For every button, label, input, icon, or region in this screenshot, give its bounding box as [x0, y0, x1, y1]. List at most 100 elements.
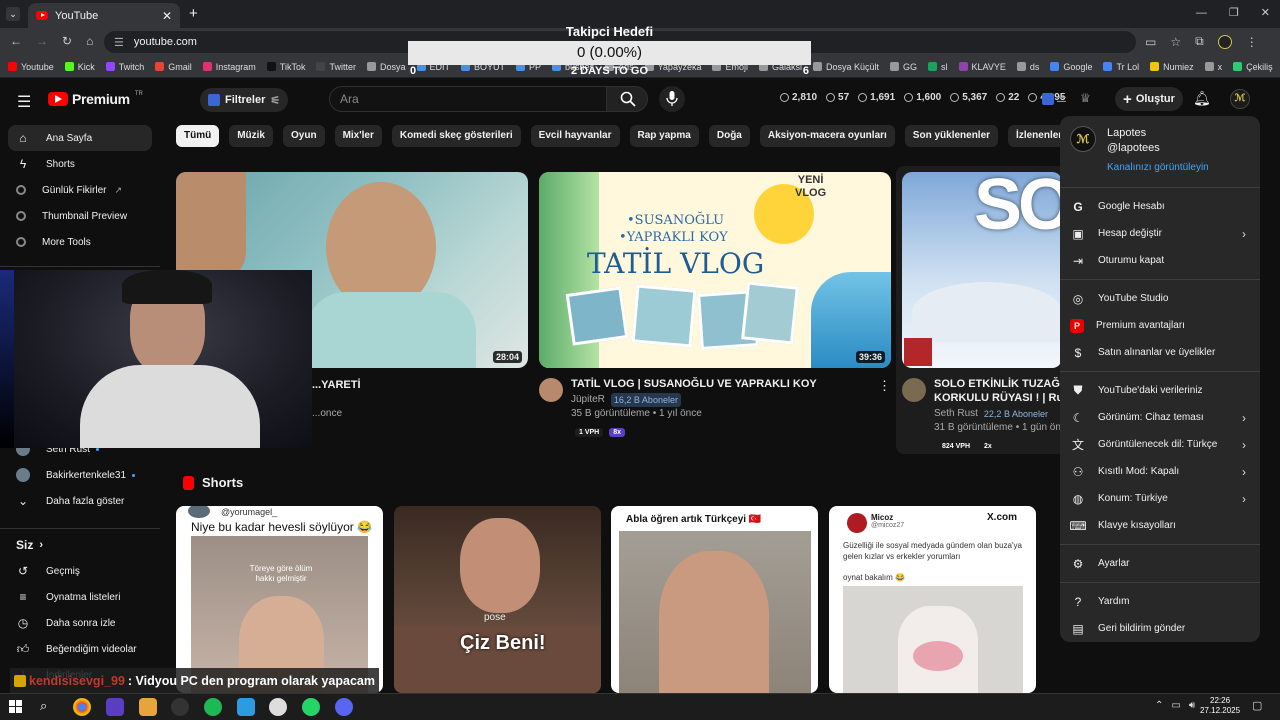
- discord-taskbar-icon[interactable]: [335, 698, 353, 716]
- app-taskbar-icon[interactable]: [139, 698, 157, 716]
- video-title-line[interactable]: SOLO ETKİNLİK TUZAĞI ! E: [934, 377, 1060, 391]
- bookmark-item[interactable]: x: [1204, 62, 1222, 72]
- menu-item[interactable]: ⚙ Ayarlar: [1060, 550, 1260, 577]
- hamburger-menu-icon[interactable]: ☰: [17, 92, 31, 112]
- menu-item[interactable]: ▣ Hesap değiştir ›: [1060, 220, 1260, 247]
- bookmark-item[interactable]: Dosya Küçült: [813, 62, 879, 72]
- start-icon[interactable]: [9, 700, 22, 713]
- video-title-line[interactable]: KORKULU RÜYASI ! | Rust: [934, 391, 1060, 405]
- trophy-icon[interactable]: ♕: [1080, 91, 1091, 105]
- category-chip[interactable]: Mix'ler: [334, 125, 382, 147]
- category-chip[interactable]: Rap yapma: [629, 125, 699, 147]
- youtube-premium-logo[interactable]: Premium TR: [48, 91, 143, 107]
- bookmark-star-icon[interactable]: ☆: [1170, 35, 1181, 49]
- menu-item[interactable]: ⌨ Klavye kısayolları: [1060, 512, 1260, 539]
- video-title[interactable]: ...YARETİ: [312, 378, 361, 392]
- category-chip[interactable]: Oyun: [283, 125, 325, 147]
- short-card[interactable]: Micoz @micoz27 X.com Güzelliği ile sosya…: [829, 506, 1036, 693]
- you-section-header[interactable]: Siz ›: [0, 532, 160, 558]
- sidebar-item[interactable]: ↺ Geçmiş: [0, 558, 160, 584]
- browser-menu-icon[interactable]: ⋮: [1246, 35, 1258, 49]
- channel-avatar[interactable]: [539, 378, 563, 402]
- category-chip[interactable]: Tümü: [176, 125, 220, 147]
- bookmark-item[interactable]: Twitch: [105, 62, 144, 72]
- sidebar-item[interactable]: More Tools: [0, 229, 160, 255]
- menu-item[interactable]: 文 Görüntülenecek dil: Türkçe ›: [1060, 431, 1260, 458]
- category-chip[interactable]: Doğa: [708, 125, 750, 147]
- close-tab-icon[interactable]: ✕: [162, 9, 172, 23]
- minimize-icon[interactable]: —: [1196, 7, 1207, 19]
- sidebar-item[interactable]: ⌂ Ana Sayfa: [8, 125, 152, 151]
- menu-item[interactable]: ⚇ Kısıtlı Mod: Kapalı ›: [1060, 458, 1260, 485]
- category-chip[interactable]: Evcil hayvanlar: [530, 125, 620, 147]
- channel-name[interactable]: JüpiteR: [571, 393, 605, 407]
- extensions-icon[interactable]: ⧉: [1195, 34, 1204, 49]
- browser-tab-youtube[interactable]: YouTube ✕: [28, 3, 180, 28]
- menu-item[interactable]: ⛊ YouTube'daki verileriniz: [1060, 377, 1260, 404]
- category-chip[interactable]: Aksiyon-macera oyunları: [759, 125, 895, 147]
- category-chip[interactable]: Müzik: [229, 125, 273, 147]
- menu-item[interactable]: ◍ Konum: Türkiye ›: [1060, 485, 1260, 512]
- taskbar-search-icon[interactable]: ⌕: [40, 698, 47, 714]
- obs-taskbar-icon[interactable]: [171, 698, 189, 716]
- sidebar-item[interactable]: Günlük Fikirler ↗: [0, 177, 160, 203]
- spotify-taskbar-icon[interactable]: [204, 698, 222, 716]
- category-chip[interactable]: Komedi skeç gösterileri: [391, 125, 521, 147]
- new-tab-icon[interactable]: +: [189, 5, 198, 22]
- tray-chevron-icon[interactable]: ⌃: [1155, 700, 1163, 711]
- search-input[interactable]: Ara: [329, 86, 607, 112]
- bookmark-item[interactable]: Youtube: [8, 62, 54, 72]
- menu-item[interactable]: ☾ Görünüm: Cihaz teması ›: [1060, 404, 1260, 431]
- app-taskbar-icon[interactable]: [106, 698, 124, 716]
- bookmark-item[interactable]: Çekiliş: [1233, 62, 1273, 72]
- tool-icon[interactable]: ⚌: [1056, 91, 1067, 105]
- view-channel-link[interactable]: Kanalınızı görüntüleyin: [1107, 162, 1209, 173]
- bookmark-item[interactable]: TikTok: [266, 62, 305, 72]
- clock[interactable]: 22:26 27.12.2025: [1200, 696, 1240, 716]
- channel-avatar[interactable]: [902, 378, 926, 402]
- bookmark-item[interactable]: GG: [890, 62, 917, 72]
- notification-center-icon[interactable]: ▢: [1252, 699, 1262, 712]
- video-thumbnail[interactable]: SO: [902, 172, 1062, 368]
- bookmark-item[interactable]: Instagram: [202, 62, 256, 72]
- bookmark-item[interactable]: Gmail: [155, 62, 192, 72]
- subscription-item[interactable]: Bakirkertenkele31: [0, 462, 160, 488]
- menu-item[interactable]: P Premium avantajları: [1060, 312, 1260, 339]
- short-card[interactable]: @yorumagel_ Niye bu kadar hevesli söylüy…: [176, 506, 383, 693]
- sidebar-item[interactable]: 👍︎ Beğendiğim videolar: [0, 636, 160, 662]
- bookmark-item[interactable]: ds: [1016, 62, 1039, 72]
- menu-item[interactable]: ⇥ Oturumu kapat: [1060, 247, 1260, 274]
- search-button[interactable]: [606, 86, 648, 112]
- filters-button[interactable]: Filtreler ⚟: [200, 88, 289, 112]
- account-avatar[interactable]: ℳ: [1230, 89, 1250, 109]
- cast-icon[interactable]: ▭: [1145, 35, 1156, 49]
- whatsapp-taskbar-icon[interactable]: [302, 698, 320, 716]
- site-info-icon[interactable]: ☰: [114, 36, 124, 49]
- close-window-icon[interactable]: ✕: [1261, 6, 1270, 19]
- video-thumbnail[interactable]: YENİ VLOG •SUSANOĞLU •YAPRAKLI KOY TATİL…: [539, 172, 891, 368]
- bookmark-item[interactable]: Numiez: [1150, 62, 1194, 72]
- short-card[interactable]: pose Çiz Beni!: [394, 506, 601, 693]
- bookmark-item[interactable]: Twitter: [316, 62, 356, 72]
- notifications-bell-icon[interactable]: 🔔︎: [1193, 90, 1211, 107]
- category-chip[interactable]: Son yüklenenler: [904, 125, 999, 147]
- extension-icon[interactable]: [1042, 93, 1054, 105]
- short-card[interactable]: Abla öğren artık Türkçeyi 🇹🇷: [611, 506, 818, 693]
- media-player-taskbar-icon[interactable]: [269, 698, 287, 716]
- network-icon[interactable]: ▭: [1171, 700, 1180, 711]
- menu-item[interactable]: ◎ YouTube Studio: [1060, 285, 1260, 312]
- voice-search-button[interactable]: [659, 86, 685, 112]
- channel-name[interactable]: Seth Rust: [934, 407, 978, 421]
- show-more-button[interactable]: ⌄ Daha fazla göster: [0, 488, 160, 514]
- bookmark-item[interactable]: Google: [1050, 62, 1092, 72]
- menu-item[interactable]: $ Satın alınanlar ve üyelikler: [1060, 339, 1260, 366]
- bookmark-item[interactable]: Tr Lol: [1103, 62, 1139, 72]
- forward-icon[interactable]: →: [36, 34, 48, 48]
- sidebar-item[interactable]: Thumbnail Preview: [0, 203, 160, 229]
- more-options-icon[interactable]: ⋮: [878, 378, 891, 394]
- bookmark-item[interactable]: Kick: [64, 62, 95, 72]
- menu-item[interactable]: ▤ Geri bildirim gönder: [1060, 615, 1260, 642]
- sidebar-item[interactable]: ϟ Shorts: [0, 151, 160, 177]
- bookmark-item[interactable]: sl: [928, 62, 948, 72]
- volume-icon[interactable]: 🔊︎: [1189, 700, 1195, 711]
